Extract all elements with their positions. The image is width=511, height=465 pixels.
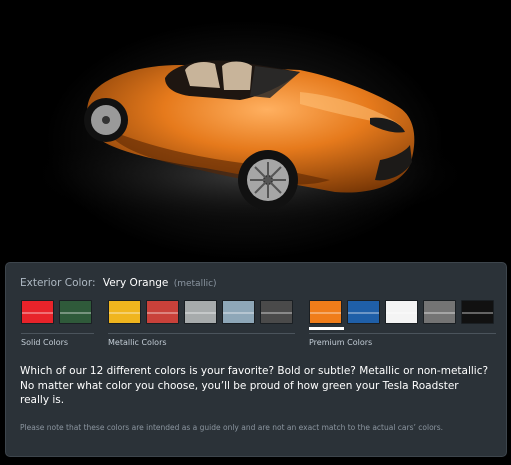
solid-group-rule <box>21 333 94 334</box>
swatch-premium-grey[interactable] <box>423 300 456 324</box>
solid-colors-label: Solid Colors <box>21 338 69 347</box>
car-illustration <box>20 60 480 230</box>
swatch-premium-black[interactable] <box>461 300 494 324</box>
color-selector-panel: Exterior Color: Very Orange (metallic) S… <box>5 262 507 457</box>
swatch-metallic-red[interactable] <box>146 300 179 324</box>
color-description: Which of our 12 different colors is your… <box>20 365 489 406</box>
swatch-premium-blue[interactable] <box>347 300 380 324</box>
swatch-solid-red[interactable] <box>21 300 54 324</box>
swatch-metallic-dark-grey[interactable] <box>260 300 293 324</box>
exterior-color-label: Exterior Color: <box>20 277 96 289</box>
metallic-group-rule <box>108 333 295 334</box>
exterior-color-value: Very Orange <box>102 277 169 289</box>
swatch-solid-green[interactable] <box>59 300 92 324</box>
car-hero-image <box>0 0 511 262</box>
swatch-metallic-silver[interactable] <box>184 300 217 324</box>
premium-group-rule <box>309 333 496 334</box>
swatch-premium-white[interactable] <box>385 300 418 324</box>
color-disclaimer: Please note that these colors are intend… <box>20 423 444 432</box>
swatch-metallic-yellow[interactable] <box>108 300 141 324</box>
selected-swatch-indicator <box>309 327 344 330</box>
premium-colors-label: Premium Colors <box>309 338 373 347</box>
swatch-metallic-blue-grey[interactable] <box>222 300 255 324</box>
exterior-color-line: Exterior Color: Very Orange (metallic) <box>20 277 217 289</box>
exterior-color-finish: (metallic) <box>173 279 217 289</box>
metallic-colors-label: Metallic Colors <box>108 338 167 347</box>
swatch-premium-orange[interactable] <box>309 300 342 324</box>
